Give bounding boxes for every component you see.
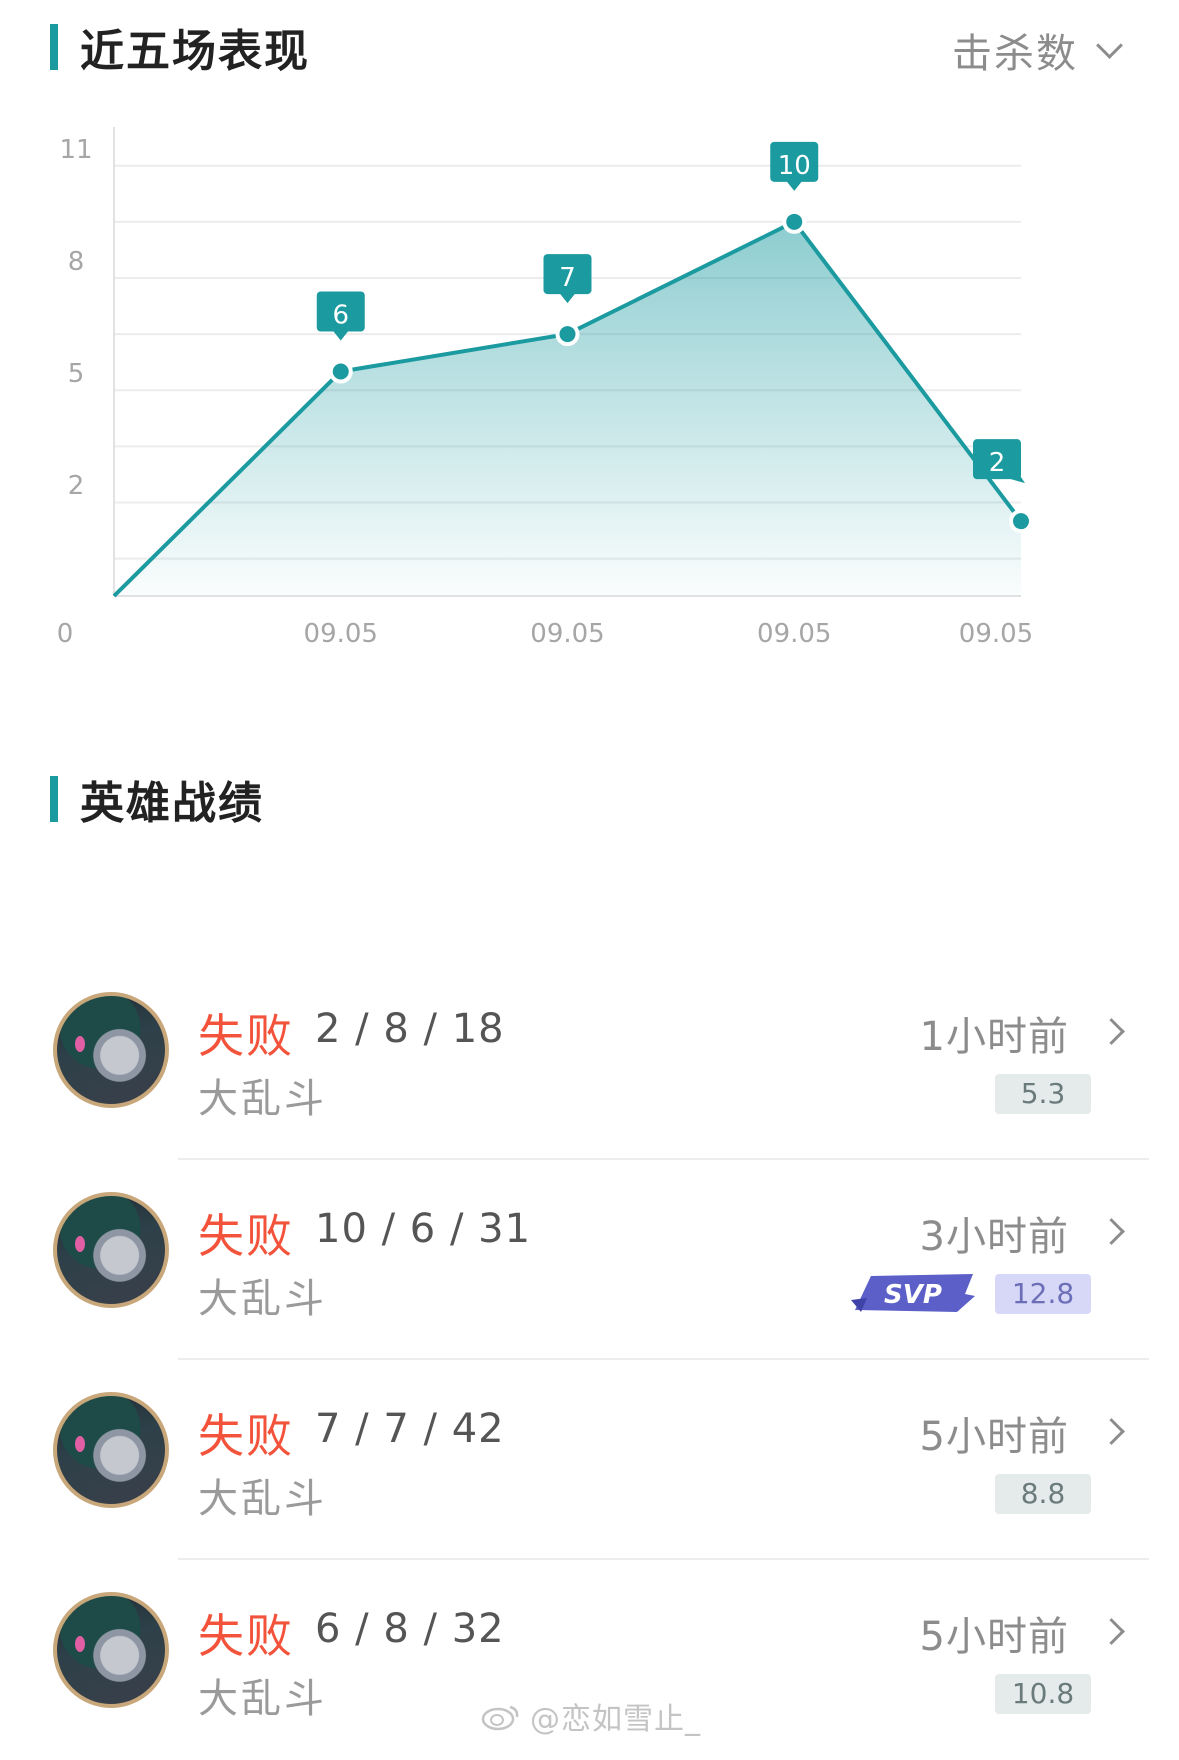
performance-chart: 0 2 5 8 11 6 7 10 2 09.05 09.05 09.05 09.05 (57, 127, 1033, 649)
metric-dropdown[interactable]: 击杀数 (952, 22, 1123, 78)
y-tick-label: 8 (68, 247, 85, 277)
hero-avatar (53, 1192, 169, 1308)
hero-avatar (53, 992, 169, 1108)
data-point (1009, 509, 1033, 534)
score-badge: 8.8 (995, 1474, 1091, 1514)
match-row[interactable]: 失败 7 / 7 / 42 大乱斗 5小时前 8.8 (0, 1360, 1179, 1560)
y-tick-label: 5 (68, 359, 85, 389)
data-label: 10 (770, 141, 819, 191)
chevron-right-icon (1098, 1418, 1125, 1445)
match-result: 失败 (198, 1609, 294, 1663)
svg-text:6: 6 (332, 301, 349, 331)
performance-title: 近五场表现 (80, 26, 310, 77)
chevron-right-icon (1098, 1018, 1125, 1045)
match-result: 失败 (198, 1409, 294, 1463)
svg-text:2: 2 (989, 448, 1006, 478)
match-time: 5小时前 (919, 1614, 1069, 1660)
data-point (555, 322, 580, 347)
match-result: 失败 (198, 1009, 294, 1063)
performance-header: 近五场表现 (50, 24, 310, 77)
metric-dropdown-label: 击杀数 (952, 31, 1078, 77)
match-kda: 6 / 8 / 32 (315, 1606, 505, 1652)
match-row[interactable]: 失败 2 / 8 / 18 大乱斗 1小时前 5.3 (0, 960, 1179, 1160)
match-kda: 10 / 6 / 31 (315, 1206, 532, 1252)
svp-badge-icon: SVP (851, 1274, 975, 1312)
watermark: @恋如雪止_ (480, 1694, 701, 1738)
accent-bar (50, 24, 58, 70)
chevron-down-icon (1096, 31, 1123, 59)
match-result: 失败 (198, 1209, 294, 1263)
hero-avatar (53, 1592, 169, 1708)
match-mode: 大乱斗 (198, 1276, 327, 1322)
heroes-title: 英雄战绩 (80, 778, 264, 829)
match-time: 1小时前 (919, 1014, 1069, 1060)
data-point (328, 359, 353, 384)
match-row[interactable]: 失败 10 / 6 / 31 大乱斗 3小时前 SVP 12.8 (0, 1160, 1179, 1360)
match-time: 5小时前 (919, 1414, 1069, 1460)
match-mode: 大乱斗 (198, 1676, 327, 1722)
match-mode: 大乱斗 (198, 1076, 327, 1122)
weibo-icon (481, 1705, 519, 1731)
score-badge: 5.3 (995, 1074, 1091, 1114)
svp-label: SVP (884, 1280, 942, 1310)
data-point (782, 209, 807, 234)
data-label: 7 (543, 254, 592, 304)
chevron-right-icon (1098, 1618, 1125, 1645)
x-tick-label: 09.05 (530, 619, 604, 649)
match-kda: 2 / 8 / 18 (315, 1006, 505, 1052)
y-tick-label: 11 (59, 135, 92, 165)
svg-text:7: 7 (559, 263, 576, 293)
y-tick-label: 0 (57, 619, 74, 649)
accent-bar (50, 776, 58, 822)
y-tick-label: 2 (68, 471, 85, 501)
x-tick-label: 09.05 (304, 619, 378, 649)
match-time: 3小时前 (919, 1214, 1069, 1260)
heroes-header: 英雄战绩 (50, 776, 264, 829)
svg-text:10: 10 (778, 151, 811, 181)
data-label: 2 (973, 439, 1025, 484)
watermark-text: @恋如雪止_ (530, 1702, 701, 1737)
x-tick-label: 09.05 (757, 619, 831, 649)
match-mode: 大乱斗 (198, 1476, 327, 1522)
score-badge: 10.8 (995, 1674, 1091, 1714)
match-kda: 7 / 7 / 42 (315, 1406, 505, 1452)
x-tick-label: 09.05 (959, 619, 1033, 649)
hero-avatar (53, 1392, 169, 1508)
score-badge: 12.8 (995, 1274, 1091, 1314)
chevron-right-icon (1098, 1218, 1125, 1245)
